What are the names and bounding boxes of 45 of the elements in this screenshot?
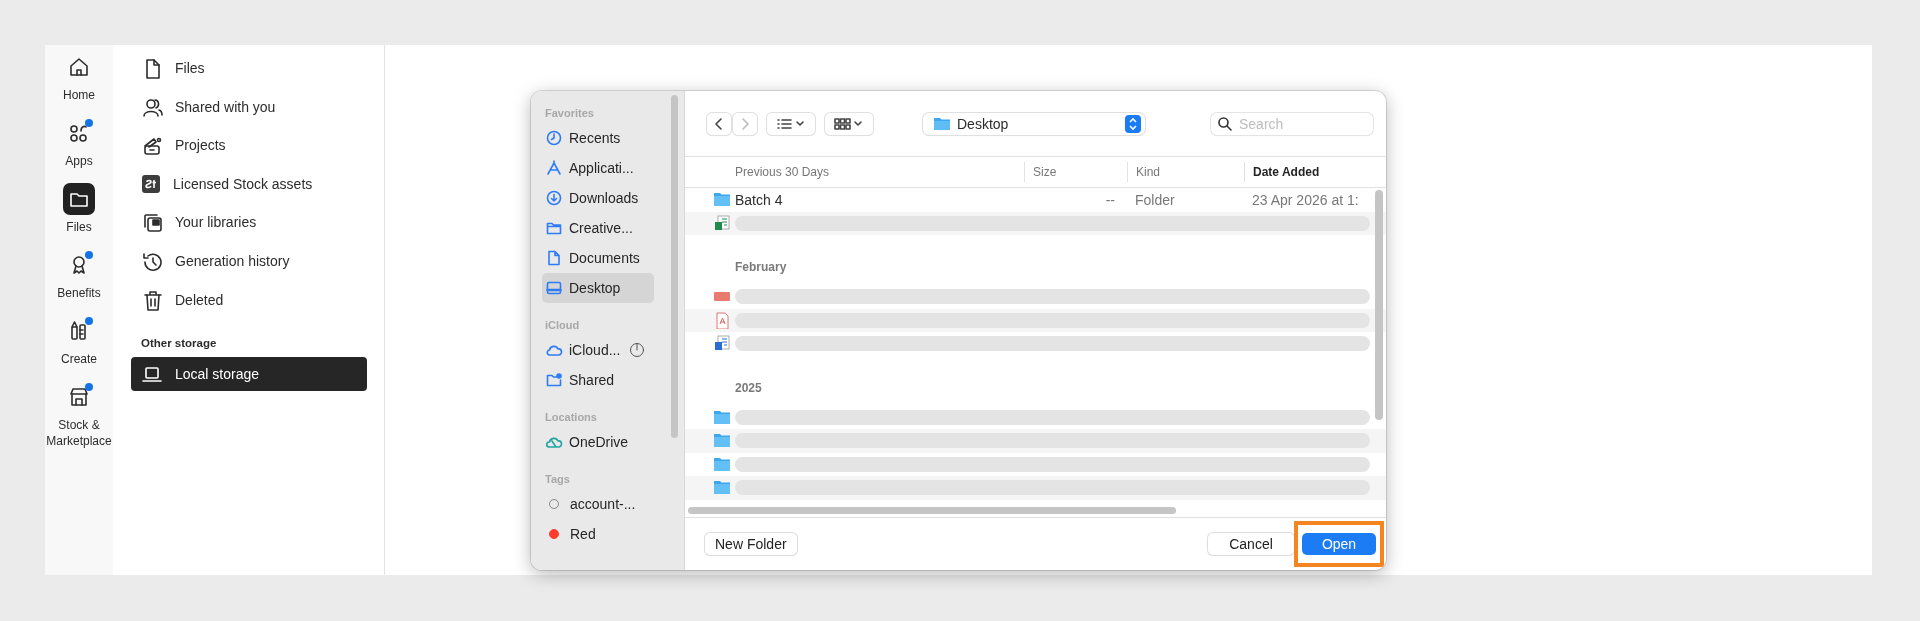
- location-dropdown[interactable]: Desktop: [923, 112, 1145, 135]
- rail-item[interactable]: Home: [45, 51, 113, 111]
- file-size: --: [1104, 191, 1116, 208]
- column-header[interactable]: Previous 30 Days: [735, 162, 1024, 182]
- sidebar-item[interactable]: Creative...: [542, 213, 654, 243]
- rail-item[interactable]: Files: [45, 183, 113, 243]
- sidebar-item[interactable]: Applicati...: [542, 153, 654, 183]
- section-heading: Favorites: [545, 107, 595, 121]
- sidebar-item[interactable]: Your libraries: [131, 205, 367, 240]
- column-header[interactable]: Date Added: [1244, 162, 1386, 182]
- sidebar-item[interactable]: Recents: [542, 123, 654, 153]
- file-kind: Folder: [1134, 191, 1176, 208]
- new-folder-button[interactable]: New Folder: [705, 533, 797, 555]
- sidebar-item[interactable]: Shared with you: [131, 89, 367, 124]
- sidebar-item[interactable]: Generation history: [131, 243, 367, 278]
- search-field[interactable]: Search: [1239, 115, 1373, 132]
- sidebar-item[interactable]: Shared: [542, 365, 654, 395]
- sidebar-item[interactable]: Files: [131, 51, 367, 85]
- sidebar-item[interactable]: Downloads: [542, 183, 654, 213]
- open-button[interactable]: Open: [1302, 533, 1376, 555]
- section-heading: Other storage: [141, 336, 218, 349]
- sidebar-item[interactable]: iCloud...: [542, 335, 654, 365]
- rail-item[interactable]: Create: [45, 315, 113, 375]
- sidebar-item[interactable]: Documents: [542, 243, 654, 273]
- sidebar-item[interactable]: Licensed Stock assets: [131, 166, 367, 201]
- sidebar-item[interactable]: account-...: [542, 489, 654, 519]
- sidebar-item[interactable]: Red: [542, 519, 654, 549]
- sidebar-item[interactable]: OneDrive: [542, 427, 654, 457]
- sidebar-item[interactable]: Local storage: [131, 356, 367, 391]
- section-heading: Locations: [545, 411, 598, 425]
- file-name[interactable]: Batch 4: [735, 191, 1024, 208]
- column-header[interactable]: Kind: [1127, 162, 1244, 182]
- section-heading: iCloud: [545, 319, 581, 333]
- rail-item[interactable]: Benefits: [45, 249, 113, 309]
- group-label: 2025: [734, 379, 763, 397]
- column-header[interactable]: Size: [1024, 162, 1127, 182]
- sidebar-item[interactable]: Projects: [131, 128, 367, 163]
- rail-item[interactable]: Apps: [45, 117, 113, 177]
- group-label: February: [734, 259, 788, 276]
- cancel-button[interactable]: Cancel: [1208, 533, 1294, 555]
- section-heading: Tags: [545, 473, 571, 487]
- sidebar-item[interactable]: Desktop: [542, 273, 654, 303]
- sidebar-item[interactable]: Deleted: [131, 282, 367, 317]
- date-added: 23 Apr 2026 at 1:: [1251, 191, 1360, 208]
- rail-item[interactable]: Stock & Marketplace: [45, 381, 113, 449]
